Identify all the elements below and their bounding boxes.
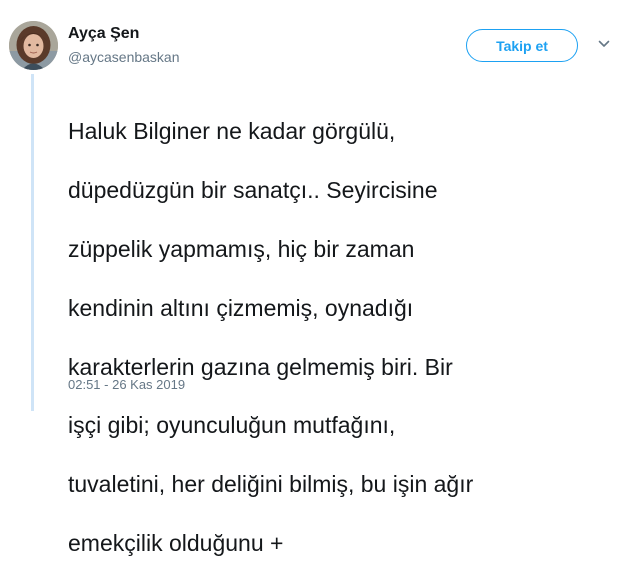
- chevron-down-icon[interactable]: [598, 40, 610, 48]
- thread-connector-line: [31, 74, 34, 411]
- author-name[interactable]: Ayça Şen: [68, 25, 139, 43]
- author-handle[interactable]: @aycasenbaskan: [68, 49, 180, 65]
- follow-button[interactable]: Takip et: [466, 29, 578, 62]
- tweet-text-line: tuvaletini, her deliğini bilmiş, bu işin…: [68, 471, 474, 498]
- avatar[interactable]: [9, 21, 58, 70]
- tweet-text-line: emekçilik olduğunu +: [68, 530, 284, 557]
- profile-photo-icon: [9, 21, 58, 70]
- tweet-text-line: kendinin altını çizmemiş, oynadığı: [68, 294, 414, 321]
- tweet-text-line: Haluk Bilginer ne kadar görgülü,: [68, 118, 396, 145]
- tweet-text-line: işçi gibi; oyunculuğun mutfağını,: [68, 412, 396, 439]
- tweet-timestamp[interactable]: 02:51 - 26 Kas 2019: [68, 377, 185, 392]
- follow-button-label: Takip et: [496, 37, 548, 54]
- tweet-text-line: züppelik yapmamış, hiç bir zaman: [68, 236, 415, 263]
- tweet-text-line: düpedüzgün bir sanatçı.. Seyircisine: [68, 177, 438, 204]
- tweet-text: Haluk Bilginer ne kadar görgülü, düpedüz…: [68, 88, 613, 588]
